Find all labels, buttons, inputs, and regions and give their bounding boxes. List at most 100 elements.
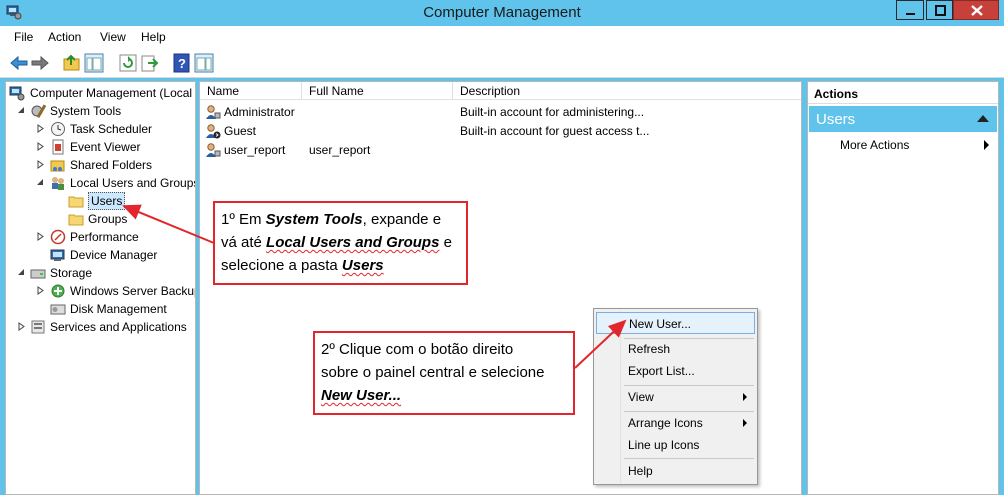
- user-row-user-report[interactable]: user_report user_report: [200, 141, 800, 160]
- maximize-button[interactable]: [926, 0, 953, 20]
- help-icon[interactable]: ?: [172, 53, 192, 73]
- toolbar: ?: [0, 48, 1004, 78]
- menu-item-new-user[interactable]: New User...: [596, 312, 755, 334]
- up-folder-icon[interactable]: [62, 53, 82, 73]
- collapse-up-icon[interactable]: [977, 115, 989, 122]
- expanded-arrow-icon[interactable]: [17, 105, 26, 116]
- menu-item-label: New User...: [629, 317, 692, 331]
- tree-label: Computer Management (Local: [30, 86, 193, 100]
- show-hide-action-pane-icon[interactable]: [194, 53, 214, 73]
- users-group-icon: [50, 175, 66, 191]
- instruction-callout-1: 1º Em System Tools, expande e vá até Loc…: [213, 201, 468, 285]
- callout-emphasis: Users: [341, 257, 384, 274]
- panes-area: Computer Management (Local System Tools …: [0, 78, 1004, 495]
- tree-label: Storage: [50, 266, 93, 280]
- performance-icon: [50, 229, 66, 245]
- user-name: Guest: [224, 124, 257, 138]
- menu-item-refresh[interactable]: Refresh: [596, 338, 755, 360]
- refresh-icon[interactable]: [118, 53, 138, 73]
- actions-section-label: Users: [816, 111, 856, 128]
- menu-bar: File Action View Help: [0, 26, 1004, 48]
- callout-text: e: [439, 234, 452, 251]
- tree-label: Groups: [88, 212, 128, 226]
- minimize-button[interactable]: [896, 0, 924, 20]
- user-name: user_report: [224, 143, 286, 157]
- close-icon: [971, 5, 983, 16]
- callout-emphasis: System Tools: [265, 211, 363, 228]
- menu-file[interactable]: File: [14, 30, 33, 44]
- back-icon[interactable]: [9, 53, 29, 73]
- callout-text: vá até: [221, 234, 267, 251]
- storage-icon: [30, 265, 46, 281]
- menu-item-arrange-icons[interactable]: Arrange Icons: [596, 412, 755, 434]
- menu-item-label: Help: [628, 464, 653, 478]
- disk-icon: [50, 301, 66, 317]
- callout-text: 1º Em: [221, 211, 266, 228]
- collapsed-arrow-icon[interactable]: [36, 231, 45, 242]
- tree-label-selected: Users: [88, 192, 126, 210]
- callout-text: sobre o painel central e selecione: [321, 364, 545, 381]
- tree-label: Local Users and Groups: [70, 176, 196, 190]
- menu-item-label: Arrange Icons: [628, 416, 703, 430]
- callout-emphasis: Local Users and Groups: [266, 234, 440, 251]
- submenu-arrow-icon: [984, 140, 989, 150]
- tree-label: Disk Management: [70, 302, 167, 316]
- menu-help[interactable]: Help: [141, 30, 166, 44]
- menu-item-line-up-icons[interactable]: Line up Icons: [596, 434, 755, 456]
- collapsed-arrow-icon[interactable]: [36, 159, 45, 170]
- system-tools-icon: [30, 103, 47, 119]
- actions-section-users[interactable]: Users: [809, 106, 997, 132]
- disabled-user-icon: [205, 123, 221, 139]
- user-description: Built-in account for administering...: [460, 105, 645, 119]
- user-description: Built-in account for guest access t...: [460, 124, 650, 138]
- menu-item-label: Export List...: [628, 364, 695, 378]
- tree-label: Task Scheduler: [70, 122, 153, 136]
- instruction-callout-2: 2º Clique com o botão direito sobre o pa…: [313, 331, 575, 415]
- user-full-name: user_report: [309, 143, 371, 157]
- device-manager-icon: [50, 247, 66, 263]
- callout-text: , expande e: [362, 211, 442, 228]
- tree-label: Windows Server Backup: [70, 284, 196, 298]
- menu-item-label: Line up Icons: [628, 438, 700, 452]
- menu-item-view[interactable]: View: [596, 386, 755, 408]
- callout-text: 2º Clique com o botão direito: [321, 341, 514, 358]
- collapsed-arrow-icon[interactable]: [17, 321, 26, 332]
- minimize-icon: [906, 13, 915, 15]
- user-row-administrator[interactable]: Administrator Built-in account for admin…: [200, 103, 800, 122]
- collapsed-arrow-icon[interactable]: [36, 141, 45, 152]
- menu-view[interactable]: View: [100, 30, 126, 44]
- collapsed-arrow-icon[interactable]: [36, 285, 45, 296]
- tree-label: Services and Applications: [50, 320, 187, 334]
- column-header-description[interactable]: Description: [453, 82, 801, 100]
- menu-action[interactable]: Action: [48, 30, 81, 44]
- user-icon: [205, 104, 221, 120]
- collapsed-arrow-icon[interactable]: [36, 123, 45, 134]
- folder-icon: [68, 211, 84, 227]
- console-tree: Computer Management (Local System Tools …: [5, 81, 196, 495]
- expanded-arrow-icon[interactable]: [36, 177, 45, 188]
- submenu-arrow-icon: [743, 393, 747, 401]
- actions-pane: Actions Users More Actions: [807, 81, 999, 495]
- expanded-arrow-icon[interactable]: [17, 267, 26, 278]
- user-icon: [205, 142, 221, 158]
- user-row-guest[interactable]: Guest Built-in account for guest access …: [200, 122, 800, 141]
- user-name: Administrator: [224, 105, 295, 119]
- forward-icon[interactable]: [30, 53, 50, 73]
- computer-management-icon: [9, 85, 25, 101]
- tree-label: Device Manager: [70, 248, 158, 262]
- tree-label: System Tools: [50, 104, 122, 118]
- menu-item-help[interactable]: Help: [596, 460, 755, 482]
- column-header-name[interactable]: Name: [200, 82, 302, 100]
- menu-item-label: View: [628, 390, 654, 404]
- actions-header: Actions: [808, 82, 998, 104]
- export-list-icon[interactable]: [140, 53, 160, 73]
- services-icon: [30, 319, 46, 335]
- clock-icon: [50, 121, 66, 137]
- menu-item-export-list[interactable]: Export List...: [596, 360, 755, 382]
- svg-text:?: ?: [178, 56, 186, 71]
- close-button[interactable]: [953, 0, 999, 20]
- show-hide-tree-icon[interactable]: [84, 53, 104, 73]
- column-header-full-name[interactable]: Full Name: [302, 82, 453, 100]
- menu-separator: [624, 458, 754, 459]
- more-actions-link[interactable]: More Actions: [840, 138, 909, 152]
